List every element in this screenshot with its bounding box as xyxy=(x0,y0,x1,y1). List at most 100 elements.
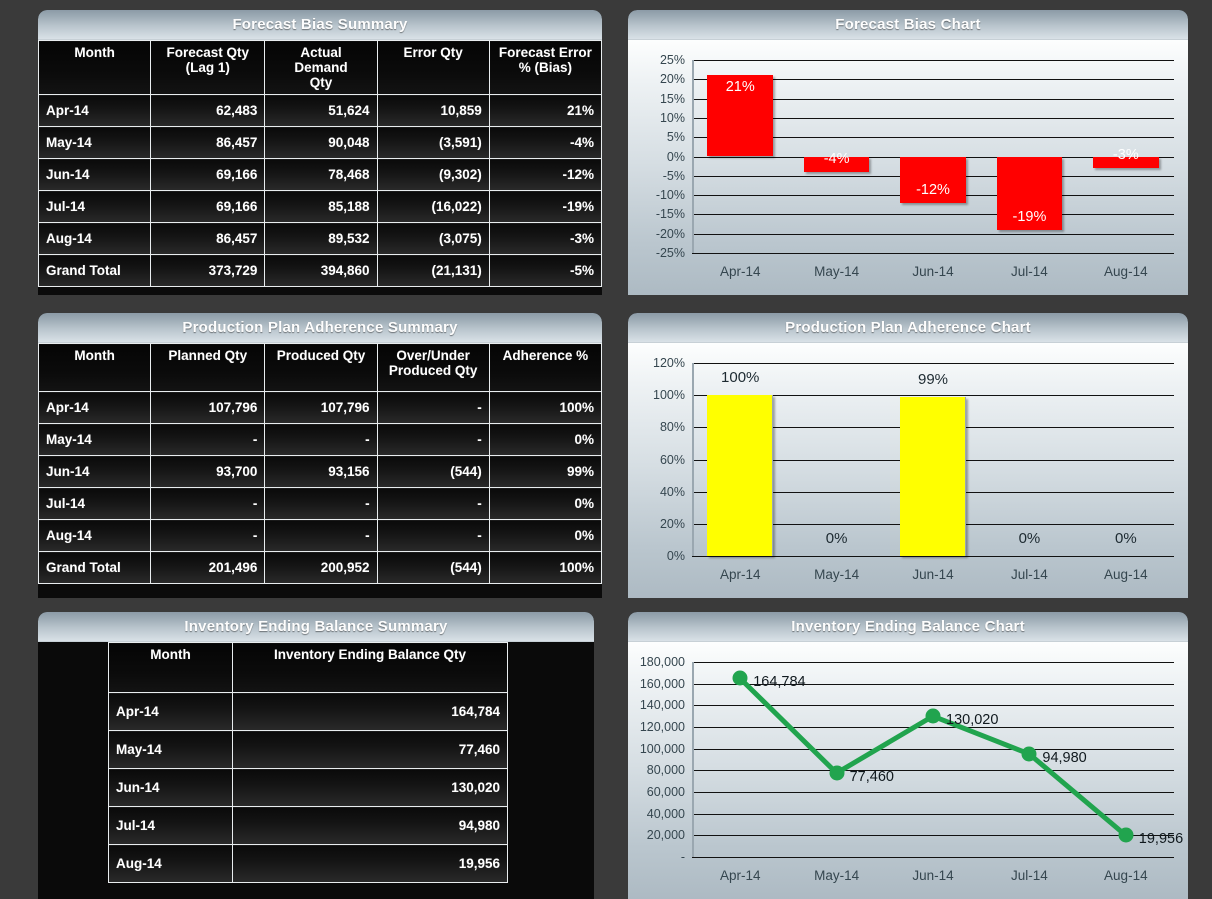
panel-title-production-plan-adherence-summary: Production Plan Adherence Summary xyxy=(38,313,602,343)
x-axis-tick-label: Aug-14 xyxy=(1104,868,1148,883)
production-plan-table-body: Apr-14 107,796 107,796-100% May-14- - -0% Ju… xyxy=(38,391,602,584)
cell-adherence-pct: 0% xyxy=(488,487,602,520)
cell-produced-qty: 93,156 xyxy=(264,455,378,488)
gridline xyxy=(692,556,1174,557)
cell-adherence-pct: 100% xyxy=(488,391,602,424)
table-row-grand-total: Grand Total 201,496 200,952 (544) 100% xyxy=(38,551,602,584)
table-row: May-14 86,457 90,048 (3,591) -4% xyxy=(38,126,602,159)
cell-ending-balance-qty: 130,020 xyxy=(232,768,508,807)
forecast-bias-plot-area: 25% 20% 15% 10% 5% 0% -5% -10% -15% -20% -25% 21% -4… xyxy=(656,53,1174,260)
bar[interactable] xyxy=(707,395,773,556)
cell-bias-pct: -12% xyxy=(488,158,602,191)
cell-over-under-qty: (544) xyxy=(376,455,490,488)
cell-planned-qty: - xyxy=(150,487,266,520)
cell-forecast-qty: 69,166 xyxy=(150,158,266,191)
y-axis-tick-label: 20% xyxy=(659,516,685,531)
cell-error-qty: (21,131) xyxy=(376,254,490,287)
y-axis-tick-label: 80% xyxy=(659,420,685,435)
cell-over-under-qty: - xyxy=(376,519,490,552)
cell-planned-qty: - xyxy=(150,519,266,552)
cell-month: May-14 xyxy=(108,730,233,769)
forecast-bias-chart-body: 25% 20% 15% 10% 5% 0% -5% -10% -15% -20% -25% 21% -4… xyxy=(628,40,1188,295)
bar-series: 100% 0% 99% 0% 0% xyxy=(692,363,1174,556)
bar-slot: 99% xyxy=(885,363,981,556)
production-plan-chart-body: 120% 100% 80% 60% 40% 20% 0% 100% 0% 99% 0% 0% Apr-… xyxy=(628,343,1188,598)
y-axis-tick-label: 140,000 xyxy=(639,698,685,713)
y-axis-tick-label: 80,000 xyxy=(646,763,685,778)
panel-title-inventory-ending-balance-chart: Inventory Ending Balance Chart xyxy=(628,612,1188,642)
cell-month: Jul-14 xyxy=(38,487,152,520)
x-axis-tick-label: Jul-14 xyxy=(1011,567,1048,582)
line-marker[interactable] xyxy=(829,765,845,781)
y-axis-tick-label: 180,000 xyxy=(639,655,685,669)
line-marker[interactable] xyxy=(1118,827,1134,843)
cell-over-under-qty: - xyxy=(376,391,490,424)
panel-forecast-bias-summary: Forecast Bias Summary Month Forecast Qty… xyxy=(38,10,602,295)
production-plan-plot-area: 120% 100% 80% 60% 40% 20% 0% 100% 0% 99% 0% 0% xyxy=(653,356,1174,563)
forecast-bias-table: Month Forecast Qty (Lag 1) Actual Demand Q… xyxy=(38,40,602,287)
cell-produced-qty: - xyxy=(264,487,378,520)
cell-month: Jul-14 xyxy=(108,806,233,845)
line-data-label: 77,460 xyxy=(849,769,894,786)
y-axis-tick-label: 60,000 xyxy=(646,784,685,799)
line-marker[interactable] xyxy=(925,708,941,724)
gridline xyxy=(692,253,1174,254)
bar-data-label: 0% xyxy=(1114,530,1137,547)
cell-adherence-pct: 0% xyxy=(488,423,602,456)
col-month: Month xyxy=(38,343,152,392)
table-row: Jul-14- - -0% xyxy=(38,487,602,520)
forecast-bias-table-wrap: Month Forecast Qty (Lag 1) Actual Demand Q… xyxy=(38,40,602,287)
bar-slot: 21% xyxy=(692,60,788,253)
line-marker[interactable] xyxy=(732,670,748,686)
forecast-bias-table-body: Apr-14 62,483 51,624 10,859 21% May-14 86,457… xyxy=(38,94,602,287)
inventory-x-axis: Apr-14 May-14 Jun-14 Jul-14 Aug-14 xyxy=(692,861,1174,891)
bar[interactable] xyxy=(900,396,966,556)
y-axis-tick-label: 10% xyxy=(659,110,685,125)
cell-bias-pct: 21% xyxy=(488,94,602,127)
cell-adherence-pct: 100% xyxy=(488,551,602,584)
bar-slot: -19% xyxy=(981,60,1077,253)
line-marker[interactable] xyxy=(1021,746,1037,762)
production-plan-table: Month Planned Qty Produced Qty Over/Unde… xyxy=(38,343,602,584)
line-data-label: 164,784 xyxy=(753,674,806,691)
bar-data-label: 0% xyxy=(825,530,848,547)
panel-forecast-bias-chart: Forecast Bias Chart 25% 20% 15% 10% 5% 0% -5% -… xyxy=(628,10,1188,295)
cell-actual-demand-qty: 90,048 xyxy=(264,126,378,159)
x-axis-tick-label: Apr-14 xyxy=(719,567,761,582)
table-header-row: Month Planned Qty Produced Qty Over/Unde… xyxy=(38,343,602,392)
cell-forecast-qty: 62,483 xyxy=(150,94,266,127)
table-row: Jul-14 94,980 xyxy=(108,806,508,845)
x-axis-tick-label: Jun-14 xyxy=(912,868,954,883)
y-axis-tick-label: 5% xyxy=(666,130,685,145)
cell-over-under-qty: (544) xyxy=(376,551,490,584)
y-axis-tick-label: 40,000 xyxy=(646,806,685,821)
line-data-label: 94,980 xyxy=(1042,750,1087,767)
table-row: Jun-14 130,020 xyxy=(108,768,508,807)
cell-month: Jul-14 xyxy=(38,190,152,223)
panel-inventory-ending-balance-summary: Inventory Ending Balance Summary Month I… xyxy=(38,612,594,899)
panel-production-plan-adherence-chart: Production Plan Adherence Chart 120% 100%… xyxy=(628,313,1188,598)
cell-planned-qty: - xyxy=(150,423,266,456)
bar-data-label: -12% xyxy=(916,181,950,198)
col-adherence-pct: Adherence % xyxy=(488,343,602,392)
cell-month: Aug-14 xyxy=(38,519,152,552)
cell-forecast-qty: 69,166 xyxy=(150,190,266,223)
y-axis-tick-label: 40% xyxy=(659,484,685,499)
panel-title-inventory-ending-balance-summary: Inventory Ending Balance Summary xyxy=(38,612,594,642)
y-axis-tick-label: -25% xyxy=(655,246,685,260)
cell-month: Apr-14 xyxy=(38,94,152,127)
cell-planned-qty: 201,496 xyxy=(150,551,266,584)
panel-title-forecast-bias-summary: Forecast Bias Summary xyxy=(38,10,602,40)
cell-bias-pct: -19% xyxy=(488,190,602,223)
bar-series: 21% -4% -12% -19% -3% xyxy=(692,60,1174,253)
inventory-plot-area: 180,000 160,000 140,000 120,000 100,000 80,00… xyxy=(640,655,1183,864)
col-inventory-ending-balance-qty: Inventory Ending Balance Qty xyxy=(232,642,508,693)
inventory-table-body: Apr-14 164,784 May-14 77,460 Jun-14 130,020… xyxy=(108,692,508,883)
cell-ending-balance-qty: 19,956 xyxy=(232,844,508,883)
table-row: Jun-14 93,700 93,156 (544) 99% xyxy=(38,455,602,488)
y-axis-tick-label: 25% xyxy=(659,53,685,67)
cell-actual-demand-qty: 51,624 xyxy=(264,94,378,127)
cell-month: Jun-14 xyxy=(38,158,152,191)
line-series-svg xyxy=(692,662,1174,857)
x-axis-tick-label: Jul-14 xyxy=(1011,868,1048,883)
